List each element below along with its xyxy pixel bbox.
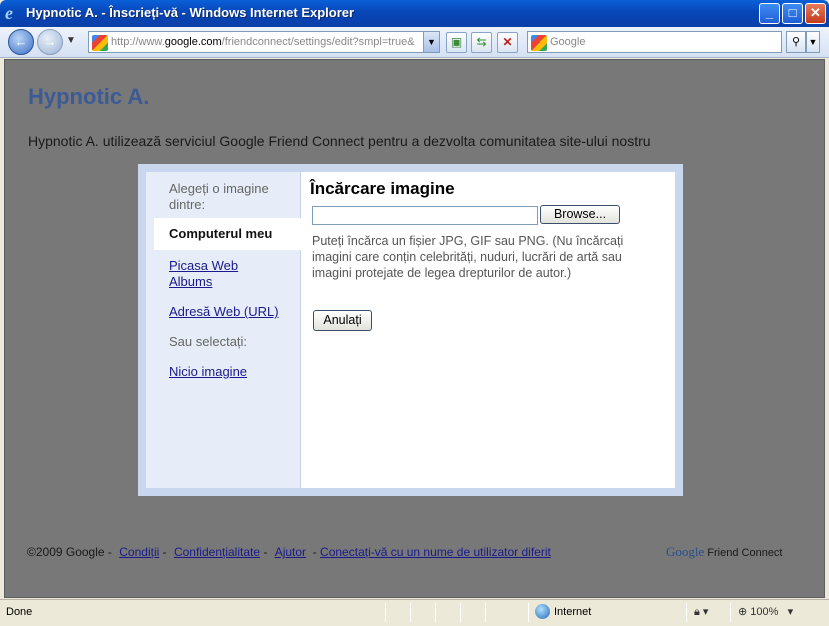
google-favicon-icon [92, 35, 108, 51]
address-bar[interactable]: http://www.google.com/friendconnect/sett… [88, 31, 440, 53]
status-divider [528, 603, 529, 622]
status-divider [460, 603, 461, 622]
privacy-link[interactable]: Confidențialitate [174, 545, 260, 559]
search-input[interactable]: Google [527, 31, 782, 53]
maximize-button[interactable]: □ [782, 3, 803, 24]
close-button[interactable]: ✕ [805, 3, 826, 24]
browse-button[interactable]: Browse... [540, 205, 620, 224]
search-button[interactable]: ⚲ [786, 31, 806, 53]
or-select-label: Sau selectați: [169, 334, 248, 349]
back-arrow-icon: ← [14, 34, 28, 49]
upload-dialog-frame: Alegeți o imagine dintre: Computerul meu… [138, 164, 683, 496]
status-divider [730, 603, 731, 622]
source-picasa-link[interactable]: Picasa Web Albums [169, 258, 284, 290]
friend-connect-label: Friend Connect [707, 547, 783, 559]
address-text[interactable]: http://www.google.com/friendconnect/sett… [111, 36, 421, 48]
google-logo: Google [666, 544, 705, 559]
compatibility-icon: ▣ [450, 35, 463, 49]
site-description: Hypnotic A. utilizează serviciul Google … [28, 133, 651, 149]
terms-link[interactable]: Condiții [119, 545, 159, 559]
address-dropdown-icon[interactable]: ▼ [423, 32, 439, 52]
forward-button[interactable]: → [37, 29, 63, 55]
zoom-magnifier-icon: ⊕ [738, 606, 748, 618]
refresh-icon: ⇆ [476, 35, 487, 49]
stop-button[interactable]: ✕ [497, 32, 518, 53]
google-search-icon [531, 35, 547, 51]
zoom-control[interactable]: ⊕ 100% ▾ [738, 605, 793, 618]
window-title-bar: e Hypnotic A. - Înscrieți-vă - Windows I… [0, 0, 829, 27]
status-text: Done [6, 606, 33, 618]
status-divider [485, 603, 486, 622]
no-image-link[interactable]: Nicio imagine [169, 364, 284, 380]
back-button[interactable]: ← [8, 29, 34, 55]
compatibility-view-button[interactable]: ▣ [446, 32, 467, 53]
page-content: Hypnotic A. Hypnotic A. utilizează servi… [4, 59, 825, 598]
minimize-button[interactable]: _ [759, 3, 780, 24]
status-divider [410, 603, 411, 622]
friend-connect-branding: Google Friend Connect [666, 544, 783, 560]
chevron-down-icon: ▼ [808, 37, 818, 47]
status-divider [385, 603, 386, 622]
browser-toolbar: ← → ▼ http://www.google.com/friendconnec… [0, 27, 829, 58]
status-divider [435, 603, 436, 622]
dialog-title: Încărcare imagine [310, 179, 455, 198]
source-my-computer[interactable]: Computerul meu [154, 218, 302, 250]
search-options-button[interactable]: ▼ [806, 31, 820, 53]
refresh-button[interactable]: ⇆ [471, 32, 492, 53]
magnifier-icon: ⚲ [791, 36, 801, 48]
stop-icon: ✕ [502, 35, 513, 49]
security-zone-label: Internet [554, 606, 592, 618]
status-bar: Done Internet 🔒︎ ▾ ⊕ 100% ▾ [0, 599, 829, 626]
cancel-button[interactable]: Anulați [313, 310, 372, 331]
upload-dialog: Alegeți o imagine dintre: Computerul meu… [146, 172, 675, 488]
copyright-text: ©2009 Google - [27, 545, 112, 559]
internet-zone-globe-icon [535, 604, 550, 619]
window-title: Hypnotic A. - Înscrieți-vă - Windows Int… [26, 5, 355, 20]
file-path-input[interactable] [312, 206, 538, 225]
search-placeholder: Google [550, 36, 586, 48]
footer-links: ©2009 Google - Condiții - Confidențialit… [27, 545, 551, 559]
site-title: Hypnotic A. [28, 84, 150, 109]
status-divider [686, 603, 687, 622]
image-source-sidebar: Alegeți o imagine dintre: Computerul meu… [146, 172, 302, 488]
sidebar-intro: Alegeți o imagine dintre: [169, 181, 269, 212]
switch-user-link[interactable]: Conectați-vă cu un nume de utilizator di… [320, 545, 551, 559]
upload-help-text: Puteți încărca un fișier JPG, GIF sau PN… [312, 234, 624, 280]
protected-mode-lock-icon[interactable]: 🔒︎ ▾ [694, 605, 708, 619]
source-url-link[interactable]: Adresă Web (URL) [169, 304, 284, 320]
zoom-level: 100% [750, 606, 779, 618]
help-link[interactable]: Ajutor [275, 545, 306, 559]
forward-arrow-icon: → [43, 34, 57, 49]
ie-logo-icon: e [5, 3, 13, 23]
history-dropdown-icon[interactable]: ▼ [66, 35, 76, 46]
